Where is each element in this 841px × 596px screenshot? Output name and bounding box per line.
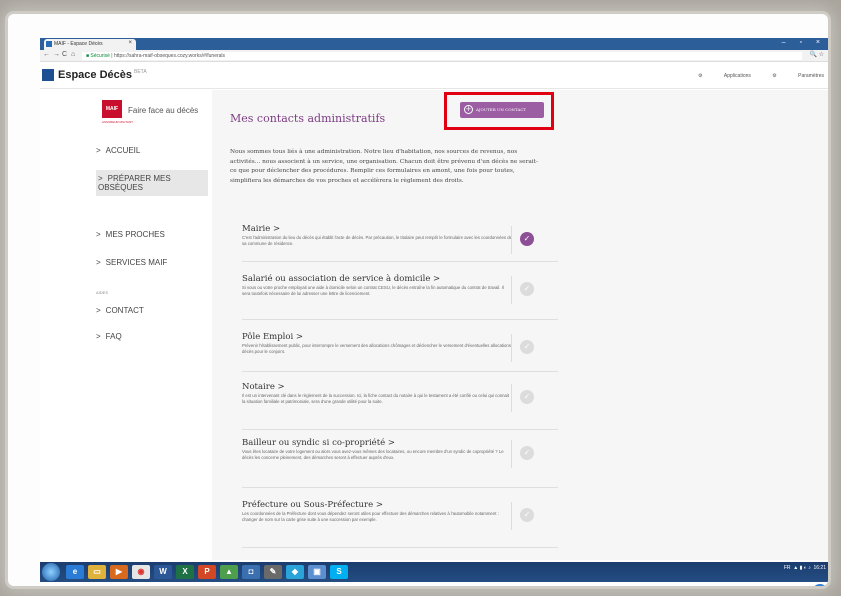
forward-icon[interactable]: → (53, 51, 60, 58)
settings-label: Paramètres (798, 73, 824, 79)
sidebar-item-label: FAQ (105, 332, 122, 341)
clock: 16:21 (813, 565, 826, 571)
contact-description: Vous êtes locataire de votre logement ou… (242, 449, 504, 460)
sidebar-item-preparer[interactable]: > PRÉPARER MES OBSÈQUES (96, 170, 208, 196)
contact-card-notaire[interactable]: Notaire > Il est un intervenant clé dans… (242, 382, 558, 430)
sidebar-item-label: PRÉPARER MES OBSÈQUES (98, 174, 171, 192)
browser-tabstrip: MAIF - Espace Décès × – ▫ × (40, 38, 828, 50)
chevron-right-icon: > (96, 258, 101, 267)
divider (511, 384, 512, 412)
check-icon[interactable]: ✓ (520, 390, 534, 404)
address-bar: ← → C ⌂ ■ Sécurisé | https://sahra-maif-… (40, 50, 828, 62)
divider (511, 226, 512, 254)
sidebar-tagline: Faire face au décès (128, 106, 199, 115)
check-icon[interactable]: ✓ (520, 340, 534, 354)
highlight-box (444, 92, 554, 130)
screen: MAIF - Espace Décès × – ▫ × ← → C ⌂ ■ Sé… (40, 38, 828, 586)
header-actions: ⚙ Applications ⚙ Paramètres (678, 73, 824, 79)
contact-description: Il est un intervenant clé dans le règlem… (242, 393, 510, 404)
check-icon[interactable]: ✓ (520, 232, 534, 246)
sidebar-item-label: ACCUEIL (105, 146, 141, 155)
windows-taskbar: e ▭ ▶ ◉ W X P ▲ ◘ ✎ ◆ ▣ S FR ▲ ▮ ◐ ♪ 16:… (40, 562, 828, 582)
sidebar-item-label: MES PROCHES (105, 230, 165, 239)
lock-icon: ■ (86, 53, 90, 59)
page-title: Mes contacts administratifs (230, 112, 386, 125)
excel-icon[interactable]: X (176, 565, 194, 579)
reload-icon[interactable]: C (62, 51, 67, 58)
app-title-text: Espace Décès (58, 69, 132, 81)
browser-tab[interactable]: MAIF - Espace Décès × (44, 39, 136, 50)
contact-card-bailleur[interactable]: Bailleur ou syndic si co-propriété > Vou… (242, 438, 558, 488)
app-icon-5[interactable]: ▣ (308, 565, 326, 579)
contact-card-salarie[interactable]: Salarié ou association de service à domi… (242, 274, 558, 320)
chrome-icon[interactable]: ◉ (132, 565, 150, 579)
chevron-right-icon: > (96, 146, 101, 155)
app-icon[interactable]: ▲ (220, 565, 238, 579)
language-indicator: FR (783, 565, 791, 571)
start-button[interactable] (42, 563, 60, 581)
applications-label: Applications (723, 73, 751, 79)
skype-icon[interactable]: S (330, 565, 348, 579)
check-icon[interactable]: ✓ (520, 282, 534, 296)
cozy-cloud-icon[interactable] (812, 584, 828, 586)
photo-frame: MAIF - Espace Décès × – ▫ × ← → C ⌂ ■ Sé… (8, 14, 828, 586)
chevron-right-icon: > (98, 174, 103, 183)
contact-card-pole-emploi[interactable]: Pôle Emploi > Prévenir l'établissement p… (242, 332, 558, 372)
contact-description: Prévenir l'établissement public, pour in… (242, 343, 511, 354)
sidebar-item-accueil[interactable]: > ACCUEIL (96, 146, 208, 155)
contact-description: Les coordonnées de la Préfecture dont vo… (242, 511, 499, 522)
word-icon[interactable]: W (154, 565, 172, 579)
divider (511, 440, 512, 468)
tab-title: MAIF - Espace Décès (54, 41, 103, 47)
sidebar-item-proches[interactable]: > MES PROCHES (96, 230, 208, 239)
divider (511, 502, 512, 530)
app-logo-icon (42, 69, 54, 81)
maif-logo-subtitle: ASSUREUR MILITANT (102, 120, 133, 124)
chevron-right-icon: > (96, 230, 101, 239)
divider (511, 334, 512, 362)
home-icon[interactable]: ⌂ (71, 51, 75, 58)
check-icon[interactable]: ✓ (520, 446, 534, 460)
app-header: Espace Décès BETA ⚙ Applications ⚙ Paramè… (40, 63, 828, 89)
app-icon-3[interactable]: ✎ (264, 565, 282, 579)
sidebar-item-contact[interactable]: > CONTACT (96, 306, 208, 315)
intro-text: Nous sommes tous liés à une administrati… (230, 149, 538, 184)
sidebar-item-services[interactable]: > SERVICES MAIF (96, 258, 208, 267)
url-text: https://sahra-maif-obseques.cozy.works/#… (113, 53, 226, 59)
sidebar: MAIF ASSUREUR MILITANT Faire face au déc… (40, 90, 212, 560)
contact-description: Si vous ou votre proche employait une ai… (242, 285, 504, 296)
app-title: Espace Décès BETA (58, 69, 147, 81)
ie-icon[interactable]: e (66, 565, 84, 579)
explorer-icon[interactable]: ▭ (88, 565, 106, 579)
beta-badge: BETA (134, 69, 147, 76)
close-tab-icon[interactable]: × (128, 40, 132, 46)
contact-card-prefecture[interactable]: Préfecture ou Sous-Préfecture > Les coor… (242, 500, 558, 548)
maif-logo[interactable]: MAIF (102, 100, 122, 118)
powerpoint-icon[interactable]: P (198, 565, 216, 579)
secure-label: Sécurisé (90, 53, 110, 59)
contact-card-mairie[interactable]: Mairie > C'est l'administration du lieu … (242, 224, 558, 262)
media-icon[interactable]: ▶ (110, 565, 128, 579)
sidebar-section-label: AIDES (96, 290, 109, 295)
zoom-star-icons[interactable]: 🔍 ☆ (809, 51, 824, 58)
main-content: Mes contacts administratifs + AJOUTER UN… (212, 90, 828, 586)
window-controls[interactable]: – ▫ × (782, 39, 826, 46)
contact-description: C'est l'administration du lieu du décès … (242, 235, 512, 246)
check-icon[interactable]: ✓ (520, 508, 534, 522)
favicon-icon (46, 41, 52, 47)
sidebar-item-label: SERVICES MAIF (105, 258, 168, 267)
back-icon[interactable]: ← (43, 51, 50, 58)
divider (511, 276, 512, 304)
app-icon-4[interactable]: ◆ (286, 565, 304, 579)
sidebar-item-faq[interactable]: > FAQ (96, 332, 208, 341)
url-input[interactable]: ■ Sécurisé | https://sahra-maif-obseques… (82, 52, 802, 60)
chevron-right-icon: > (96, 306, 101, 315)
settings-button[interactable]: ⚙ Paramètres (772, 73, 824, 79)
sidebar-item-label: CONTACT (105, 306, 144, 315)
chevron-right-icon: > (96, 332, 101, 341)
app-icon-2[interactable]: ◘ (242, 565, 260, 579)
system-tray[interactable]: FR ▲ ▮ ◐ ♪ 16:21 (784, 565, 826, 571)
applications-button[interactable]: ⚙ Applications (698, 73, 751, 79)
